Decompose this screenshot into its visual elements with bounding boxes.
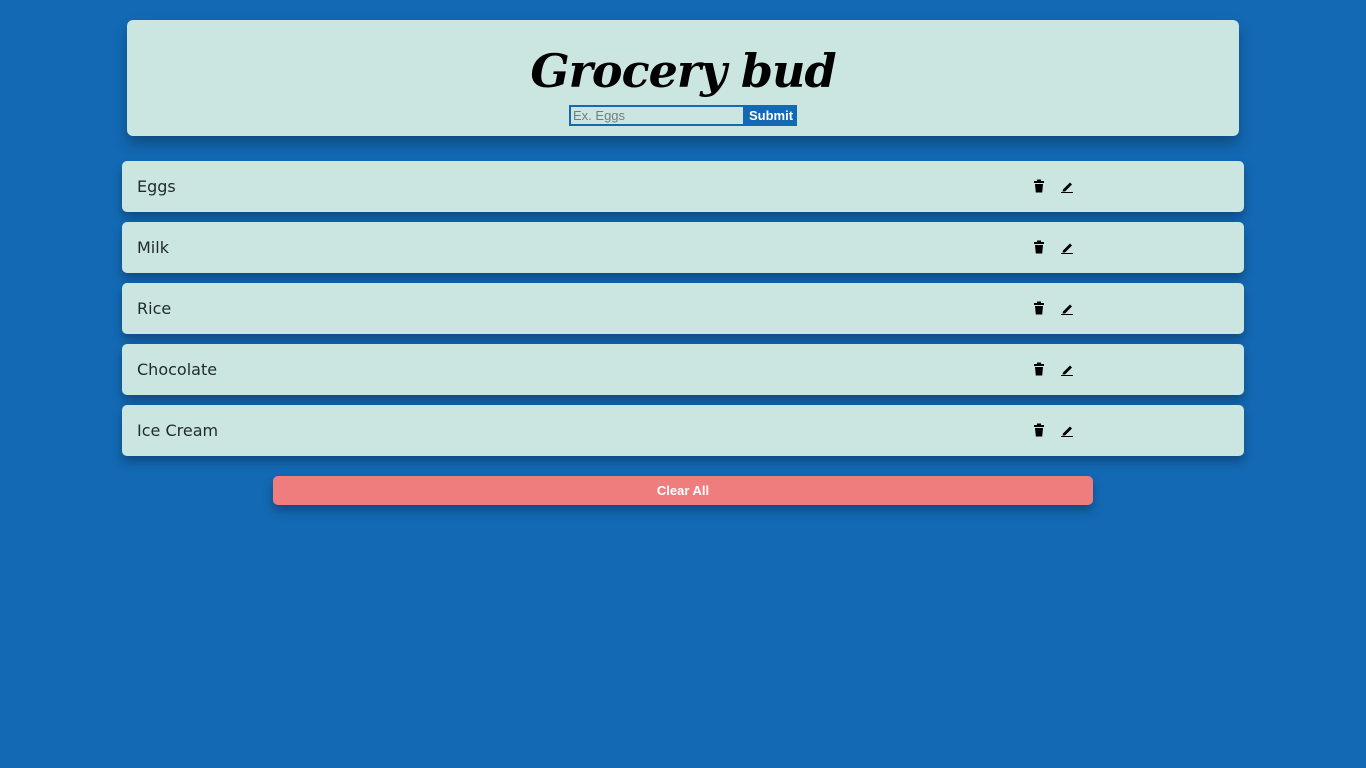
item-actions xyxy=(1032,362,1074,376)
item-name: Rice xyxy=(137,299,172,318)
item-name: Chocolate xyxy=(137,360,218,379)
submit-button[interactable]: Submit xyxy=(745,105,797,126)
app-title: Grocery bud xyxy=(530,44,836,98)
item-name: Milk xyxy=(137,238,169,257)
pencil-icon[interactable] xyxy=(1060,301,1074,315)
item-actions xyxy=(1032,179,1074,193)
item-actions xyxy=(1032,423,1074,437)
trash-icon[interactable] xyxy=(1032,362,1046,376)
clear-all-button[interactable]: Clear All xyxy=(273,476,1093,505)
pencil-icon[interactable] xyxy=(1060,423,1074,437)
pencil-icon[interactable] xyxy=(1060,362,1074,376)
item-actions xyxy=(1032,301,1074,315)
item-name: Eggs xyxy=(137,177,176,196)
item-input[interactable] xyxy=(569,105,745,126)
list-item: Chocolate xyxy=(122,344,1244,395)
header-card: Grocery bud Submit xyxy=(127,20,1239,136)
item-actions xyxy=(1032,240,1074,254)
grocery-list: Eggs Milk Rice Chocolate Ice Cream xyxy=(122,161,1244,466)
trash-icon[interactable] xyxy=(1032,179,1046,193)
trash-icon[interactable] xyxy=(1032,240,1046,254)
item-name: Ice Cream xyxy=(137,421,219,440)
list-item: Rice xyxy=(122,283,1244,334)
list-item: Eggs xyxy=(122,161,1244,212)
list-item: Ice Cream xyxy=(122,405,1244,456)
add-item-form: Submit xyxy=(569,105,797,126)
list-item: Milk xyxy=(122,222,1244,273)
pencil-icon[interactable] xyxy=(1060,179,1074,193)
trash-icon[interactable] xyxy=(1032,301,1046,315)
trash-icon[interactable] xyxy=(1032,423,1046,437)
pencil-icon[interactable] xyxy=(1060,240,1074,254)
